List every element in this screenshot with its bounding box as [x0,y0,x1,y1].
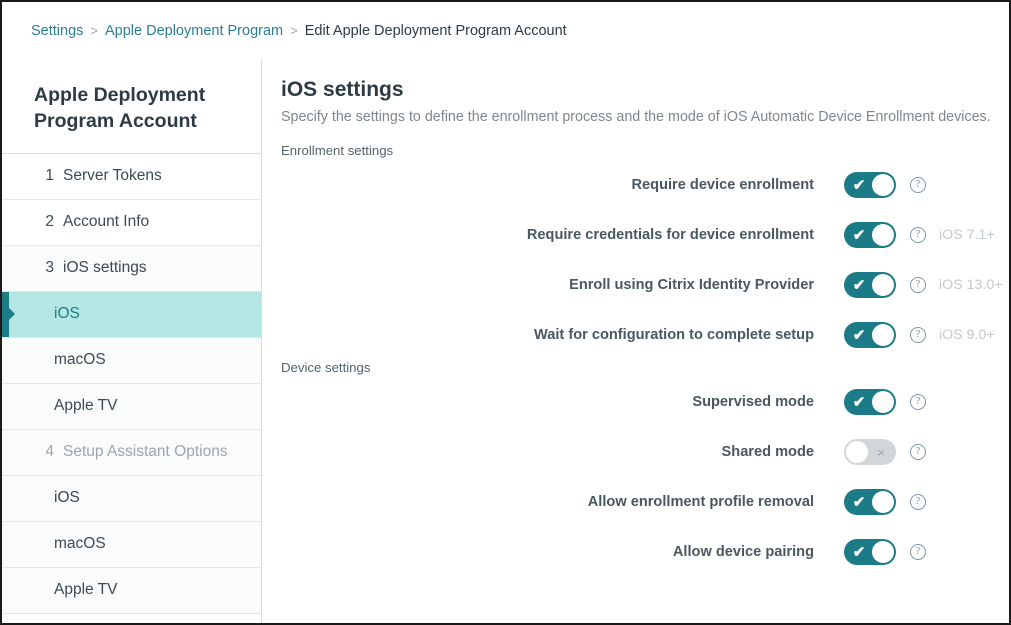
setting-label: Enroll using Citrix Identity Provider [569,277,814,294]
wizard-sidebar: Apple Deployment Program Account 1 Server… [2,59,262,623]
breadcrumb-separator: > [290,23,298,38]
help-icon[interactable]: ? [910,544,926,561]
breadcrumb: Settings > Apple Deployment Program > Edit A… [2,2,1009,59]
settings-sections: Enrollment settings Require device enroll… [281,143,1003,577]
sidebar-item-step-number: 1 [45,167,54,185]
sidebar-item-label: Apple TV [54,581,118,599]
os-version-badge: iOS 13.0+ [939,277,1003,294]
section-label: Enrollment settings [281,143,394,159]
sidebar-item-4-setup-assistant-options[interactable]: 4 Setup Assistant Options [2,429,261,476]
page-description: Specify the settings to define the enrol… [281,109,991,125]
sidebar-item-2-account-info[interactable]: 2 Account Info [2,199,261,246]
sidebar-item-label: iOS [54,489,80,507]
sidebar-item-apple-tv[interactable]: Apple TV [2,383,261,430]
help-icon[interactable]: ? [910,444,926,461]
os-version-badge: iOS 9.0+ [939,327,995,344]
help-icon[interactable]: ? [910,177,926,194]
section-label: Device settings [281,360,371,376]
toggle-knob [872,274,894,297]
toggle-knob [872,391,894,414]
setting-row-supervised-mode: Supervised mode ✔? [281,377,1003,427]
toggle-wait-for-configuration-to-complete-setup[interactable]: ✔ [844,322,896,349]
toggle-knob [872,541,894,564]
toggle-allow-enrollment-profile-removal[interactable]: ✔ [844,489,896,516]
settings-section-device-settings: Device settings Supervised mode ✔? Shared m… [281,360,1003,577]
page-title: iOS settings [281,78,404,101]
setting-label: Allow device pairing [672,544,814,561]
close-icon: × [877,444,885,460]
setting-label: Require device enrollment [631,177,814,194]
setting-row-shared-mode: Shared mode ×? [281,427,1003,477]
setting-label: Supervised mode [692,394,814,411]
toggle-knob [872,174,894,197]
sidebar-title: Apple Deployment Program Account [2,59,261,154]
os-version-badge: iOS 7.1+ [939,227,995,244]
help-icon[interactable]: ? [910,394,926,411]
toggle-require-credentials-for-device-enrollment[interactable]: ✔ [844,222,896,249]
toggle-supervised-mode[interactable]: ✔ [844,389,896,416]
sidebar-item-label: macOS [54,351,106,369]
sidebar-item-label: iOS settings [63,259,147,277]
check-icon: ✔ [852,176,866,194]
apple-deployment-program-account-page: Settings > Apple Deployment Program > Edit A… [0,0,1011,625]
sidebar-item-label: Setup Assistant Options [63,443,228,461]
breadcrumb-separator: > [90,23,98,38]
toggle-knob [872,324,894,347]
check-icon: ✔ [852,226,866,244]
sidebar-item-apple-tv[interactable]: Apple TV [2,567,261,614]
breadcrumb-link-settings[interactable]: Settings [31,23,83,39]
toggle-knob [872,491,894,514]
sidebar-item-label: iOS [54,305,80,323]
help-icon[interactable]: ? [910,227,926,244]
check-icon: ✔ [852,493,866,511]
ios-settings-panel: iOS settings Specify the settings to def… [262,59,1009,623]
sidebar-item-label: Account Info [63,213,150,231]
sidebar-nav-list: 1 Server Tokens 2 Account Info 3 iOS settings… [2,153,261,614]
toggle-knob [846,441,868,464]
sidebar-item-ios[interactable]: iOS [2,291,261,338]
toggle-shared-mode[interactable]: × [844,439,896,466]
sidebar-item-label: macOS [54,535,106,553]
check-icon: ✔ [852,393,866,411]
sidebar-item-ios[interactable]: iOS [2,475,261,522]
help-icon[interactable]: ? [910,494,926,511]
help-icon[interactable]: ? [910,277,926,294]
check-icon: ✔ [852,326,866,344]
sidebar-item-1-server-tokens[interactable]: 1 Server Tokens [2,153,261,200]
setting-label: Require credentials for device enrollmen… [526,227,814,244]
setting-row-require-credentials-for-device-enrollment: Require credentials for device enrollmen… [281,210,1003,260]
sidebar-item-macos[interactable]: macOS [2,337,261,384]
setting-row-wait-for-configuration-to-complete-setup: Wait for configuration to complete setup… [281,310,1003,360]
sidebar-item-step-number: 4 [45,443,54,461]
setting-row-allow-enrollment-profile-removal: Allow enrollment profile removal ✔? [281,477,1003,527]
breadcrumb-current: Edit Apple Deployment Program Account [304,22,567,39]
toggle-allow-device-pairing[interactable]: ✔ [844,539,896,566]
setting-label: Wait for configuration to complete setup [534,327,814,344]
active-indicator-arrow-icon [2,291,9,337]
check-icon: ✔ [852,276,866,294]
sidebar-item-label: Server Tokens [63,167,162,185]
sidebar-item-macos[interactable]: macOS [2,521,261,568]
help-icon[interactable]: ? [910,327,926,344]
page-body: Apple Deployment Program Account 1 Server… [2,59,1009,623]
setting-row-require-device-enrollment: Require device enrollment ✔? [281,160,1003,210]
toggle-enroll-using-citrix-identity-provider[interactable]: ✔ [844,272,896,299]
toggle-knob [872,224,894,247]
sidebar-item-step-number: 3 [45,259,54,277]
toggle-require-device-enrollment[interactable]: ✔ [844,172,896,199]
setting-label: Allow enrollment profile removal [587,494,814,511]
setting-row-enroll-using-citrix-identity-provider: Enroll using Citrix Identity Provider ✔? i… [281,260,1003,310]
settings-section-enrollment-settings: Enrollment settings Require device enroll… [281,143,1003,360]
check-icon: ✔ [852,543,866,561]
sidebar-item-step-number: 2 [45,213,54,231]
sidebar-item-label: Apple TV [54,397,118,415]
sidebar-item-3-ios-settings[interactable]: 3 iOS settings [2,245,261,292]
setting-label: Shared mode [721,444,814,461]
breadcrumb-link-apple-deployment-program[interactable]: Apple Deployment Program [105,23,283,39]
setting-row-allow-device-pairing: Allow device pairing ✔? [281,527,1003,577]
